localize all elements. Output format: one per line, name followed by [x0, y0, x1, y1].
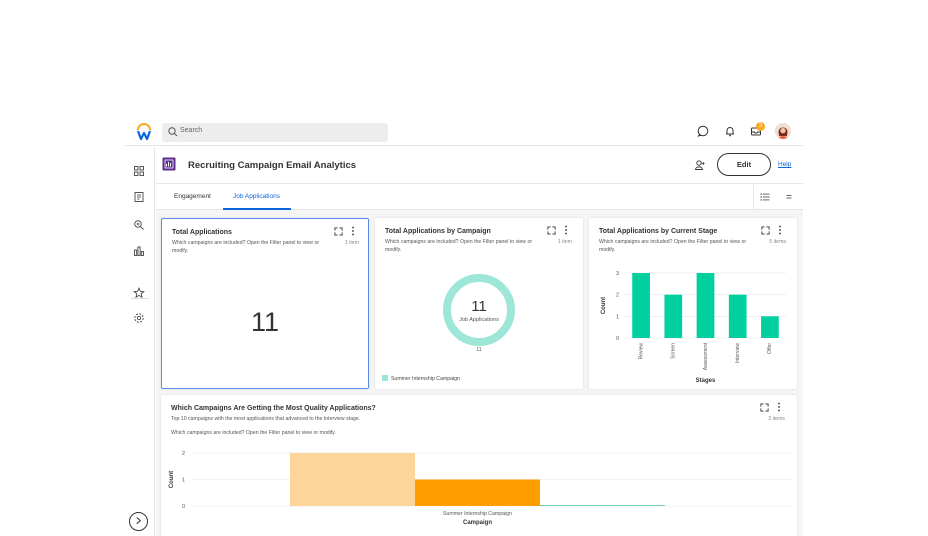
legend-swatch	[382, 375, 388, 381]
donut-slice-label: 11	[476, 347, 481, 353]
bar-offer[interactable]	[761, 316, 779, 338]
apps-grid-icon[interactable]	[133, 165, 145, 177]
x-tick-label: Summer Internship Campaign	[443, 511, 512, 517]
filter-lines-icon	[786, 195, 792, 199]
bar-series-1[interactable]	[290, 453, 415, 506]
card-title: Total Applications by Campaign	[385, 228, 491, 235]
y-tick-label: 2	[616, 293, 619, 299]
y-tick-label: 1	[182, 478, 185, 484]
item-count: 1 item	[557, 239, 572, 245]
expand-nav-button[interactable]	[129, 512, 148, 531]
metric-value: 11	[250, 307, 280, 337]
legend-label: Summer Internship Campaign	[391, 376, 460, 382]
share-people-icon[interactable]	[694, 159, 706, 171]
filter-button[interactable]	[778, 185, 800, 210]
donut-chart[interactable]: 11 Job Applications 11 Summer Internship…	[375, 258, 583, 389]
chat-icon[interactable]	[696, 124, 710, 138]
page-title: Recruiting Campaign Email Analytics	[188, 160, 357, 171]
notification-badge: 3	[756, 122, 765, 131]
left-nav-rail	[125, 147, 155, 536]
donut-center-value: 11	[471, 298, 487, 315]
app-window: Search 3 Recruiting Campaign Email Analy…	[125, 118, 803, 536]
more-vertical-icon[interactable]	[351, 226, 355, 236]
y-tick-label: 1	[616, 314, 619, 320]
x-tick-label: Screen	[671, 343, 677, 359]
x-tick-label: Review	[638, 343, 644, 360]
star-icon[interactable]	[133, 287, 145, 299]
bar-screen[interactable]	[664, 294, 683, 338]
avatar[interactable]	[775, 123, 791, 139]
dashboard-content: Total Applications Which campaigns are i…	[156, 210, 803, 536]
x-tick-label: Assessment	[703, 342, 709, 370]
x-axis-label: Stages	[696, 378, 716, 384]
bell-icon[interactable]	[723, 124, 737, 138]
more-vertical-icon[interactable]	[564, 225, 568, 235]
stage-bar-chart[interactable]: 0 1 2 3 Count Review Screen Assessment Interview…	[589, 218, 797, 389]
x-tick-label: Offer	[767, 343, 773, 354]
y-tick-label: 3	[616, 271, 619, 277]
y-axis-label: Count	[601, 297, 607, 314]
edit-button[interactable]: Edit	[717, 153, 771, 176]
tab-job-applications[interactable]: Job Applications	[233, 193, 280, 200]
search-icon	[168, 127, 178, 137]
tab-engagement[interactable]: Engagement	[174, 193, 211, 200]
bar-series-2[interactable]	[415, 479, 540, 507]
y-axis-label: Count	[169, 471, 175, 488]
card-title: Total Applications	[172, 229, 232, 236]
list-icon	[760, 193, 770, 201]
card-total-applications[interactable]: Total Applications Which campaigns are i…	[161, 218, 369, 389]
list-view-button[interactable]	[753, 185, 775, 210]
y-tick-label: 2	[182, 451, 185, 457]
y-tick-label: 0	[616, 336, 619, 342]
card-applications-by-stage[interactable]: Total Applications by Current Stage Whic…	[589, 218, 797, 389]
donut-center-label: Job Applications	[459, 317, 499, 323]
dashboard-report-icon	[162, 157, 176, 171]
card-applications-by-campaign[interactable]: Total Applications by Campaign Which cam…	[375, 218, 583, 389]
search-input[interactable]: Search	[162, 123, 388, 142]
search-placeholder: Search	[180, 127, 203, 134]
bar-interview[interactable]	[728, 294, 747, 338]
card-description: Which campaigns are included? Open the F…	[172, 240, 320, 254]
card-description: Which campaigns are included? Open the F…	[385, 239, 533, 253]
zoom-search-icon[interactable]	[133, 219, 145, 231]
item-count: 1 item	[344, 240, 359, 246]
bar-review[interactable]	[632, 273, 650, 338]
y-tick-label: 0	[182, 504, 185, 510]
card-quality-applications[interactable]: Which Campaigns Are Getting the Most Qua…	[161, 395, 797, 536]
top-bar: Search 3	[125, 118, 803, 146]
help-link[interactable]: Help	[778, 161, 791, 168]
report-list-icon[interactable]	[133, 191, 145, 203]
expand-icon[interactable]	[334, 227, 343, 236]
workday-logo-icon[interactable]	[135, 123, 153, 141]
gear-icon[interactable]	[133, 312, 145, 324]
quality-bar-chart[interactable]: 0 1 2 Count Summer Internship Campaign Campai…	[161, 395, 797, 536]
x-tick-label: Interview	[735, 343, 741, 363]
x-axis-label: Campaign	[463, 520, 492, 526]
bar-assessment[interactable]	[696, 273, 715, 338]
tab-bar: Engagement Job Applications	[156, 185, 803, 210]
page-header: Recruiting Campaign Email Analytics Edit…	[156, 147, 803, 184]
expand-icon[interactable]	[547, 226, 556, 235]
bar-chart-icon[interactable]	[133, 245, 145, 257]
bar-series-3[interactable]	[540, 505, 665, 506]
chevron-right-icon	[136, 517, 142, 525]
